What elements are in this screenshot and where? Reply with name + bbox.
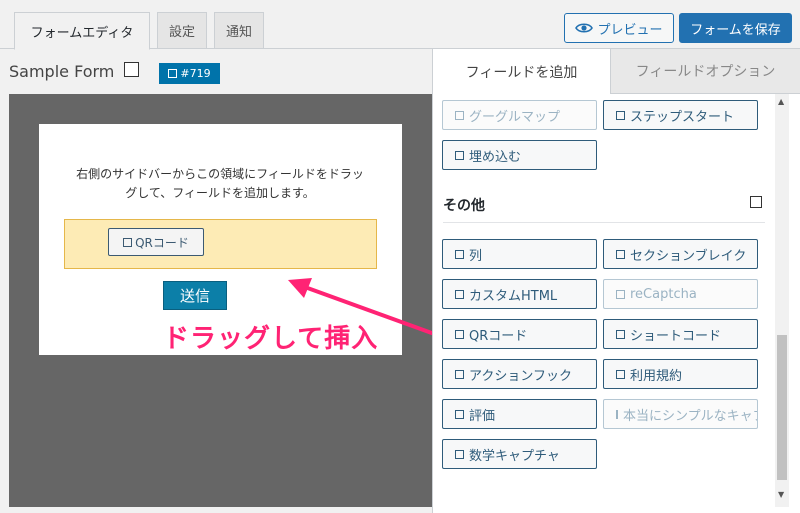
section-title-other[interactable]: その他 (443, 195, 485, 215)
field-label: reCaptcha (630, 286, 697, 302)
dragged-field-label: QRコード (135, 235, 189, 250)
field-recaptcha[interactable]: reCaptcha (603, 279, 758, 309)
form-id-badge[interactable]: #719 (159, 63, 220, 84)
scroll-up-icon[interactable]: ▲ (778, 97, 784, 106)
field-custom-html[interactable]: カスタムHTML (442, 279, 597, 309)
field-action-hook[interactable]: アクションフック (442, 359, 597, 389)
drop-instruction-line2: グして、フィールドを追加します。 (125, 186, 315, 200)
scrollbar-thumb[interactable] (777, 335, 787, 480)
field-embed[interactable]: 埋め込む (442, 140, 597, 170)
square-icon (455, 369, 464, 379)
field-label: 利用規約 (630, 368, 683, 384)
field-label: 数学キャプチャ (469, 448, 560, 464)
field-google-map[interactable]: グーグルマップ (442, 100, 597, 130)
square-icon (455, 289, 464, 299)
section-toggle-icon[interactable] (750, 196, 762, 208)
tab-add-fields[interactable]: フィールドを追加 (433, 49, 610, 94)
field-label: セクションブレイク (630, 248, 747, 264)
field-terms[interactable]: 利用規約 (603, 359, 758, 389)
preview-label: プレビュー (597, 22, 663, 38)
section-divider (443, 222, 765, 223)
field-label: アクションフック (469, 368, 572, 384)
drop-instruction-line1: 右側のサイドバーからこの領域にフィールドをドラッ (76, 167, 364, 181)
field-section-break[interactable]: セクションブレイク (603, 239, 758, 269)
square-icon (455, 329, 464, 339)
field-label: グーグルマップ (469, 109, 561, 125)
field-qr-code[interactable]: QRコード (442, 319, 597, 349)
square-icon (616, 329, 625, 339)
preview-button[interactable]: プレビュー (564, 13, 674, 43)
drag-annotation: ドラッグして挿入 (163, 324, 379, 354)
field-label: 列 (469, 248, 483, 264)
field-label: 埋め込む (469, 149, 522, 165)
eye-icon (575, 23, 594, 33)
field-step-start[interactable]: ステップスタート (603, 100, 758, 130)
tab-field-options[interactable]: フィールドオプション (610, 49, 800, 94)
square-icon (455, 409, 464, 419)
field-simple-captcha[interactable]: 本当にシンプルなキャプチャ (603, 399, 758, 429)
field-label: 本当にシンプルなキャプチャ (623, 408, 757, 424)
field-rating[interactable]: 評価 (442, 399, 597, 429)
tab-notifications[interactable]: 通知 (214, 12, 264, 49)
square-icon (455, 150, 464, 160)
scroll-down-icon[interactable]: ▼ (778, 490, 784, 499)
field-label: 評価 (469, 408, 496, 424)
drop-instruction: 右側のサイドバーからこの領域にフィールドをドラッ グして、フィールドを追加します… (60, 165, 380, 203)
field-label: QRコード (469, 328, 528, 344)
field-shortcode[interactable]: ショートコード (603, 319, 758, 349)
field-label: カスタムHTML (469, 288, 558, 304)
field-math-captcha[interactable]: 数学キャプチャ (442, 439, 597, 469)
square-icon (616, 249, 625, 259)
field-label: ショートコード (630, 328, 722, 344)
square-icon (455, 110, 464, 120)
field-label: ステップスタート (630, 109, 735, 125)
form-id-label: #719 (180, 67, 211, 80)
save-form-button[interactable]: フォームを保存 (679, 13, 792, 43)
field-column[interactable]: 列 (442, 239, 597, 269)
square-icon (123, 237, 133, 247)
dragged-qr-field[interactable]: QRコード (108, 228, 204, 256)
edit-title-checkbox[interactable] (124, 62, 139, 77)
square-icon (455, 249, 464, 259)
square-icon (616, 289, 625, 299)
form-title[interactable]: Sample Form (9, 62, 114, 81)
submit-button[interactable]: 送信 (163, 281, 227, 310)
tab-settings[interactable]: 設定 (157, 12, 207, 49)
square-icon (616, 110, 625, 120)
square-icon (616, 409, 618, 419)
tab-form-editor[interactable]: フォームエディタ (14, 12, 150, 50)
square-icon (455, 449, 464, 459)
square-icon (616, 369, 625, 379)
square-icon (168, 69, 178, 78)
